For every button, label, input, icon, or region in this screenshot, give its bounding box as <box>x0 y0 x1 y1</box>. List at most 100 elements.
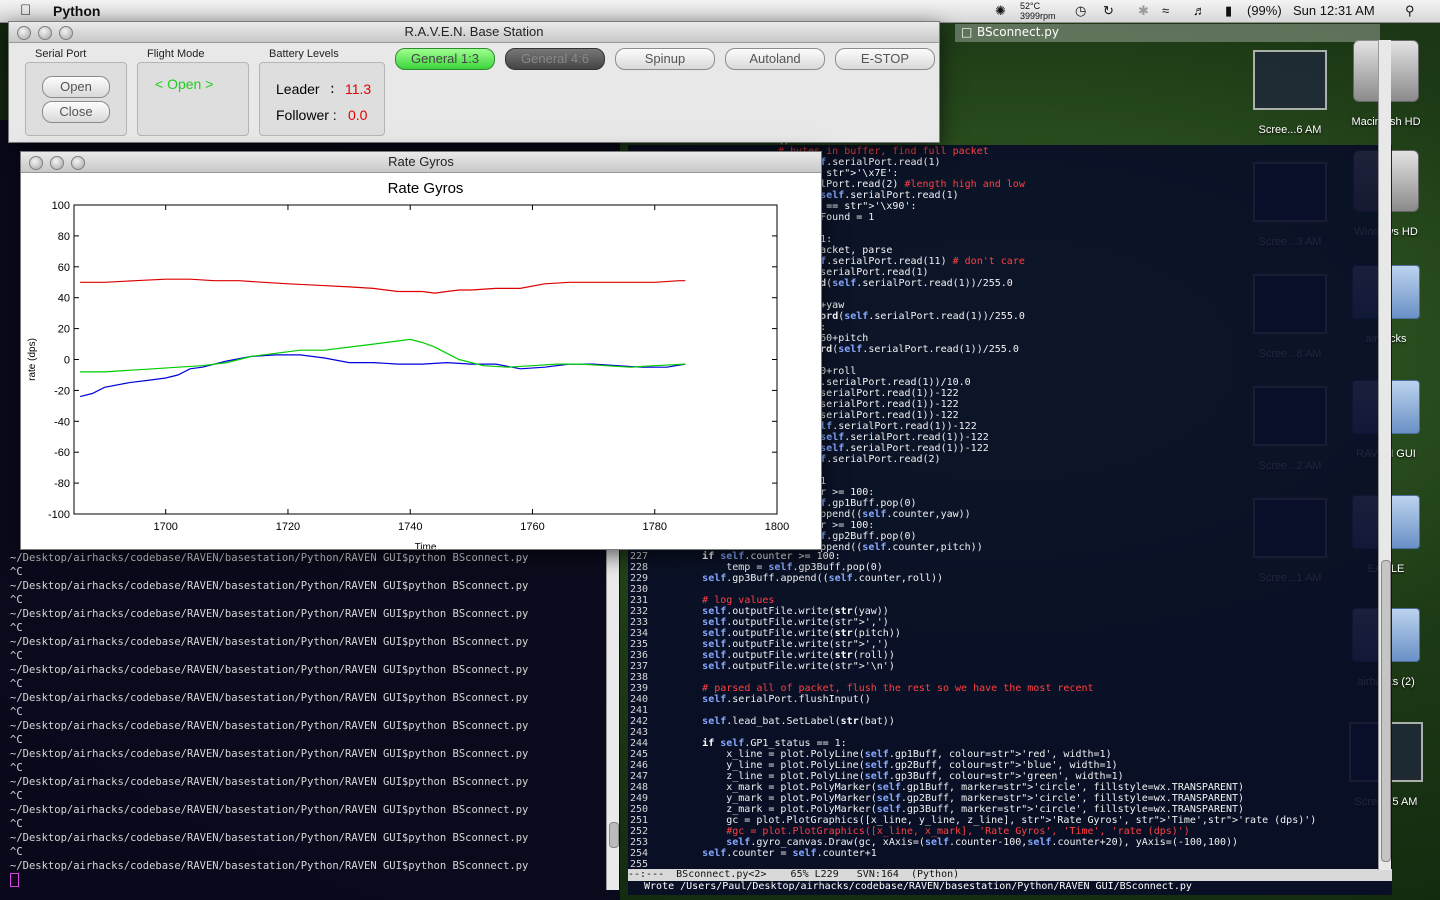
base-station-titlebar[interactable]: R.A.V.E.N. Base Station <box>9 22 939 43</box>
plot-frame <box>73 204 778 515</box>
code-text: x_line = plot.PolyLine(self.gp1Buff, col… <box>654 749 1112 760</box>
battery-icon[interactable]: ▮ <box>1225 3 1232 19</box>
y-tick-label: -60 <box>54 447 70 459</box>
menu-bar:  Python 52°C 3999rpm ✺ ◷ ↻ ✱ ≈ ♬ ▮ (99%… <box>0 0 1440 23</box>
code-line: 231 # log values <box>628 595 1316 606</box>
network-icon[interactable]: ✺ <box>995 3 1006 19</box>
rate-gyros-titlebar[interactable]: Rate Gyros <box>21 152 821 173</box>
y-tick-label: 80 <box>58 231 70 243</box>
y-axis-label: rate (dps) <box>27 338 38 381</box>
code-text: self.outputFile.write(str(roll)) <box>702 650 895 661</box>
line-number: 233 <box>629 617 648 628</box>
code-line: 230 <box>628 584 1316 595</box>
rate-gyros-window[interactable]: Rate Gyros Rate Gyros Time rate (dps) 100 80… <box>20 151 822 553</box>
code-text: if self.GP1_status == 1: <box>702 738 847 749</box>
line-number: 250 <box>629 804 648 815</box>
leader-label: Leader <box>276 81 320 97</box>
flight-mode-label: Flight Mode <box>147 48 205 60</box>
rate-gyros-chart: Rate Gyros Time rate (dps) 100 80 60 40 20 0 -20 -… <box>27 180 789 553</box>
terminal-scroll-thumb[interactable] <box>609 822 619 848</box>
terminal-line: ~/Desktop/airhacks/codebase/RAVEN/basest… <box>10 580 529 592</box>
spinup-button[interactable]: Spinup <box>615 48 715 70</box>
line-number: 242 <box>629 716 648 727</box>
code-text: temp = self.gp3Buff.pop(0) <box>654 562 883 573</box>
code-text: y_mark = plot.PolyMarker(self.gp2Buff, m… <box>654 793 1245 804</box>
code-line: 252 #gc = plot.PlotGraphics([x_line, x_m… <box>628 826 1316 837</box>
close-button[interactable] <box>17 26 31 40</box>
serial-port-group: Open Close <box>25 62 127 136</box>
terminal-scrollbar[interactable] <box>606 550 619 890</box>
minimize-button[interactable] <box>38 26 52 40</box>
app-name[interactable]: Python <box>53 3 100 19</box>
line-number: 240 <box>629 694 648 705</box>
line-number: 253 <box>629 837 648 848</box>
emacs-minibuffer[interactable]: Wrote /Users/Paul/Desktop/airhacks/codeb… <box>638 881 1192 893</box>
terminal-cursor <box>10 873 19 887</box>
y-tick-label: -100 <box>48 509 70 521</box>
gyro-close-button[interactable] <box>29 156 43 170</box>
y-tick-label: -20 <box>54 385 70 397</box>
emacs-scroll-thumb[interactable] <box>1381 560 1391 862</box>
spotlight-search-icon[interactable]: ⚲ <box>1405 3 1415 19</box>
line-number: 243 <box>629 727 648 738</box>
leader-battery-value: 11.3 <box>345 81 372 97</box>
x-tick-label: 1780 <box>642 521 666 533</box>
general-4-6-button[interactable]: General 4:6 <box>505 48 605 70</box>
code-line: 238 <box>628 672 1316 683</box>
line-number: 238 <box>629 672 648 683</box>
gyro-zoom-button[interactable] <box>71 156 85 170</box>
code-line: 251 gc = plot.PlotGraphics([x_line, y_li… <box>628 815 1316 826</box>
close-port-button[interactable]: Close <box>42 101 110 123</box>
y-tick-label: 60 <box>58 262 70 274</box>
base-station-window[interactable]: R.A.V.E.N. Base Station Serial Port Open… <box>8 21 940 143</box>
terminal-line: ~/Desktop/airhacks/codebase/RAVEN/basest… <box>10 860 529 872</box>
volume-icon[interactable]: ♬ <box>1193 3 1206 18</box>
terminal-line: ~/Desktop/airhacks/codebase/RAVEN/basest… <box>10 832 529 844</box>
terminal-line: ~/Desktop/airhacks/codebase/RAVEN/basest… <box>10 776 529 788</box>
code-text: self.serialPort.flushInput() <box>702 694 871 705</box>
code-text: self.outputFile.write(str">',') <box>702 639 889 650</box>
desktop-icon[interactable]: Scree...6 AM <box>1240 50 1340 136</box>
terminal-line: ^C <box>10 566 23 578</box>
time-machine-icon[interactable]: ◷ <box>1075 3 1086 19</box>
code-line: 245 x_line = plot.PolyLine(self.gp1Buff,… <box>628 749 1316 760</box>
apple-menu-icon[interactable]:  <box>20 2 31 19</box>
wifi-icon[interactable]: ≈ <box>1162 3 1169 18</box>
x-tick-label: 1800 <box>765 521 789 533</box>
code-text: #gc = plot.PlotGraphics([x_line, x_mark]… <box>726 826 1190 837</box>
code-editor[interactable]: 227 if self.counter >= 100: 228 temp = se… <box>628 551 1316 870</box>
y-tick-label: -40 <box>54 416 70 428</box>
code-text: self.outputFile.write(str">'\n') <box>702 661 895 672</box>
battery-percent[interactable]: (99%) <box>1247 3 1282 18</box>
code-text: self.outputFile.write(str(pitch)) <box>702 628 901 639</box>
line-number: 235 <box>629 639 648 650</box>
general-1-3-button[interactable]: General 1:3 <box>395 48 495 70</box>
gyro-plot-area: Rate Gyros Time rate (dps) 100 80 60 40 20 0 -20 -… <box>21 173 821 553</box>
zoom-button[interactable] <box>59 26 73 40</box>
line-number: 231 <box>629 595 648 606</box>
gyro-minimize-button[interactable] <box>50 156 64 170</box>
code-line: 229 self.gp3Buff.append((self.counter,ro… <box>628 573 1316 584</box>
code-text: x_mark = plot.PolyMarker(self.gp1Buff, m… <box>654 782 1245 793</box>
code-text: self.counter = self.counter+1 <box>702 848 877 859</box>
line-number: 236 <box>629 650 648 661</box>
y-tick-label: 0 <box>64 355 70 367</box>
terminal-line: ^C <box>10 622 23 634</box>
emacs-scrollbar[interactable] <box>1378 40 1391 870</box>
estop-button[interactable]: E-STOP <box>835 48 935 70</box>
code-line: 227 if self.counter >= 100: <box>628 551 1316 562</box>
line-number: 252 <box>629 826 648 837</box>
terminal-line: ~/Desktop/airhacks/codebase/RAVEN/basest… <box>10 636 529 648</box>
menu-clock[interactable]: Sun 12:31 AM <box>1293 3 1375 18</box>
line-number: 249 <box>629 793 648 804</box>
bluetooth-icon[interactable]: ✱ <box>1138 3 1149 19</box>
terminal-line: ~/Desktop/airhacks/codebase/RAVEN/basest… <box>10 748 529 760</box>
terminal-line: ^C <box>10 650 23 662</box>
autoland-button[interactable]: Autoland <box>725 48 825 70</box>
sync-icon[interactable]: ↻ <box>1103 3 1114 19</box>
open-button[interactable]: Open <box>42 76 110 98</box>
line-number: 230 <box>629 584 648 595</box>
code-text: z_mark = plot.PolyMarker(self.gp3Buff, m… <box>654 804 1245 815</box>
code-text: self.lead_bat.SetLabel(str(bat)) <box>702 716 895 727</box>
emacs-titlebar[interactable]: □ BSconnect.py <box>955 24 1380 42</box>
